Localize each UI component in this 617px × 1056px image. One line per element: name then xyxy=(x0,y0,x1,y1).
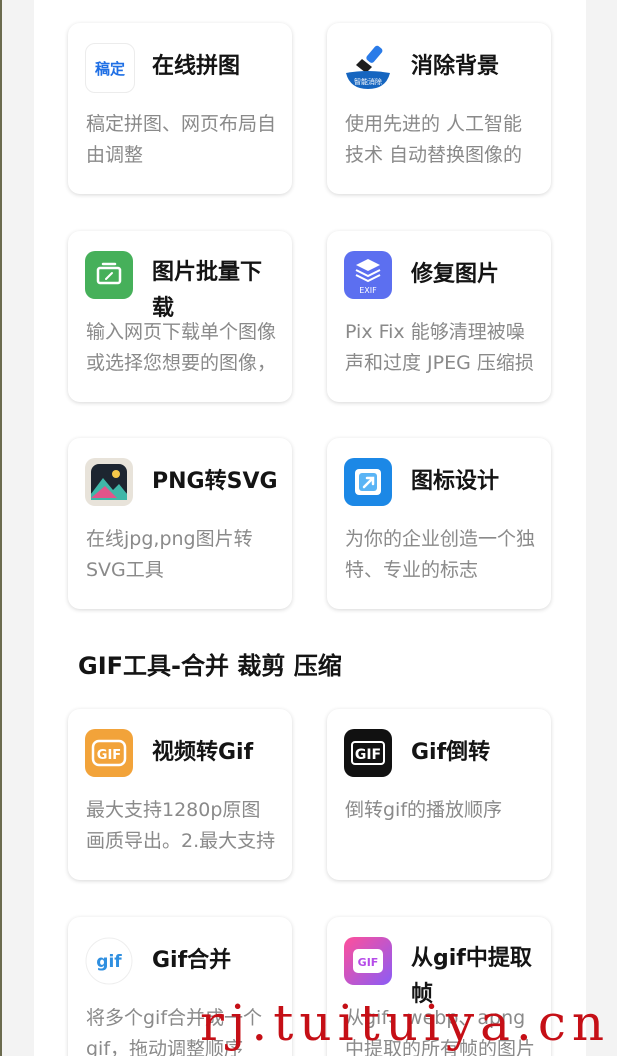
tool-list: 稿定 在线拼图 稿定拼图、网页布局自由调整 智能消除 消除背景 使用先进的 人工… xyxy=(34,0,586,1056)
tool-card-gif-reverse[interactable]: GIF Gif倒转 倒转gif的播放顺序 xyxy=(327,709,551,880)
icon-design-icon xyxy=(344,458,392,506)
card-description: 最大支持1280p原图画质导出。2.最大支持4K视频上传 xyxy=(86,799,276,852)
tool-card-remove-background[interactable]: 智能消除 消除背景 使用先进的 人工智能技术 自动替换图像的背景 xyxy=(327,23,551,194)
svg-text:GIF: GIF xyxy=(355,747,381,763)
tool-card-png-to-svg[interactable]: PNG转SVG 在线jpg,png图片转SVG工具 xyxy=(68,438,292,609)
svg-text:GIF: GIF xyxy=(358,956,379,969)
card-title: PNG转SVG xyxy=(152,469,278,494)
gif-gradient-icon: GIF xyxy=(344,937,392,985)
card-description: 为你的企业创造一个独特、专业的标志 xyxy=(345,528,536,581)
tool-card-batch-download[interactable]: 图片批量下载 输入网页下载单个图像或选择您想要的图像，然后一次全部下载 xyxy=(68,231,292,402)
svg-text:稿定: 稿定 xyxy=(95,60,125,78)
card-description: 输入网页下载单个图像或选择您想要的图像，然后一次全部下载 xyxy=(86,321,277,374)
card-description: 倒转gif的播放顺序 xyxy=(345,799,503,821)
watermark-text: rj.tuituiya.cn xyxy=(200,994,611,1052)
tool-card-online-collage[interactable]: 稿定 在线拼图 稿定拼图、网页布局自由调整 xyxy=(68,23,292,194)
svg-text:EXIF: EXIF xyxy=(359,286,377,295)
card-title: Gif倒转 xyxy=(411,740,491,765)
svg-text:GIF: GIF xyxy=(97,748,121,763)
card-title: 修复图片 xyxy=(411,262,500,287)
gif-black-icon: GIF xyxy=(344,729,392,777)
card-description: Pix Fix 能够清理被噪声和过度 JPEG 压缩损坏的图像 xyxy=(345,321,534,374)
card-description: 在线jpg,png图片转SVG工具 xyxy=(86,528,253,581)
svg-text:智能消除: 智能消除 xyxy=(354,77,382,86)
brush-erase-icon: 智能消除 xyxy=(344,43,392,91)
landscape-photo-icon xyxy=(85,458,133,506)
tool-card-video-to-gif[interactable]: GIF 视频转Gif 最大支持1280p原图画质导出。2.最大支持4K视频上传 xyxy=(68,709,292,880)
card-title: 视频转Gif xyxy=(152,740,254,765)
batch-download-icon xyxy=(85,251,133,299)
gaoding-logo-icon: 稿定 xyxy=(85,43,135,93)
gif-orange-icon: GIF xyxy=(85,729,133,777)
svg-text:gif: gif xyxy=(96,952,122,972)
gif-merge-icon: gif xyxy=(85,937,133,985)
card-title: Gif合并 xyxy=(152,948,232,973)
card-description: 使用先进的 人工智能技术 自动替换图像的背景 xyxy=(345,113,523,166)
card-title: 图标设计 xyxy=(411,469,500,494)
card-title: 在线拼图 xyxy=(152,54,241,79)
card-title: 消除背景 xyxy=(411,54,500,79)
tool-card-fix-image[interactable]: EXIF 修复图片 Pix Fix 能够清理被噪声和过度 JPEG 压缩损坏的图… xyxy=(327,231,551,402)
card-description: 稿定拼图、网页布局自由调整 xyxy=(86,113,277,166)
section-title-gif-tools: GIF工具-合并 裁剪 压缩 xyxy=(78,652,342,680)
left-edge-strip xyxy=(0,0,2,1056)
exif-layers-icon: EXIF xyxy=(344,251,392,299)
tool-card-icon-design[interactable]: 图标设计 为你的企业创造一个独特、专业的标志 xyxy=(327,438,551,609)
